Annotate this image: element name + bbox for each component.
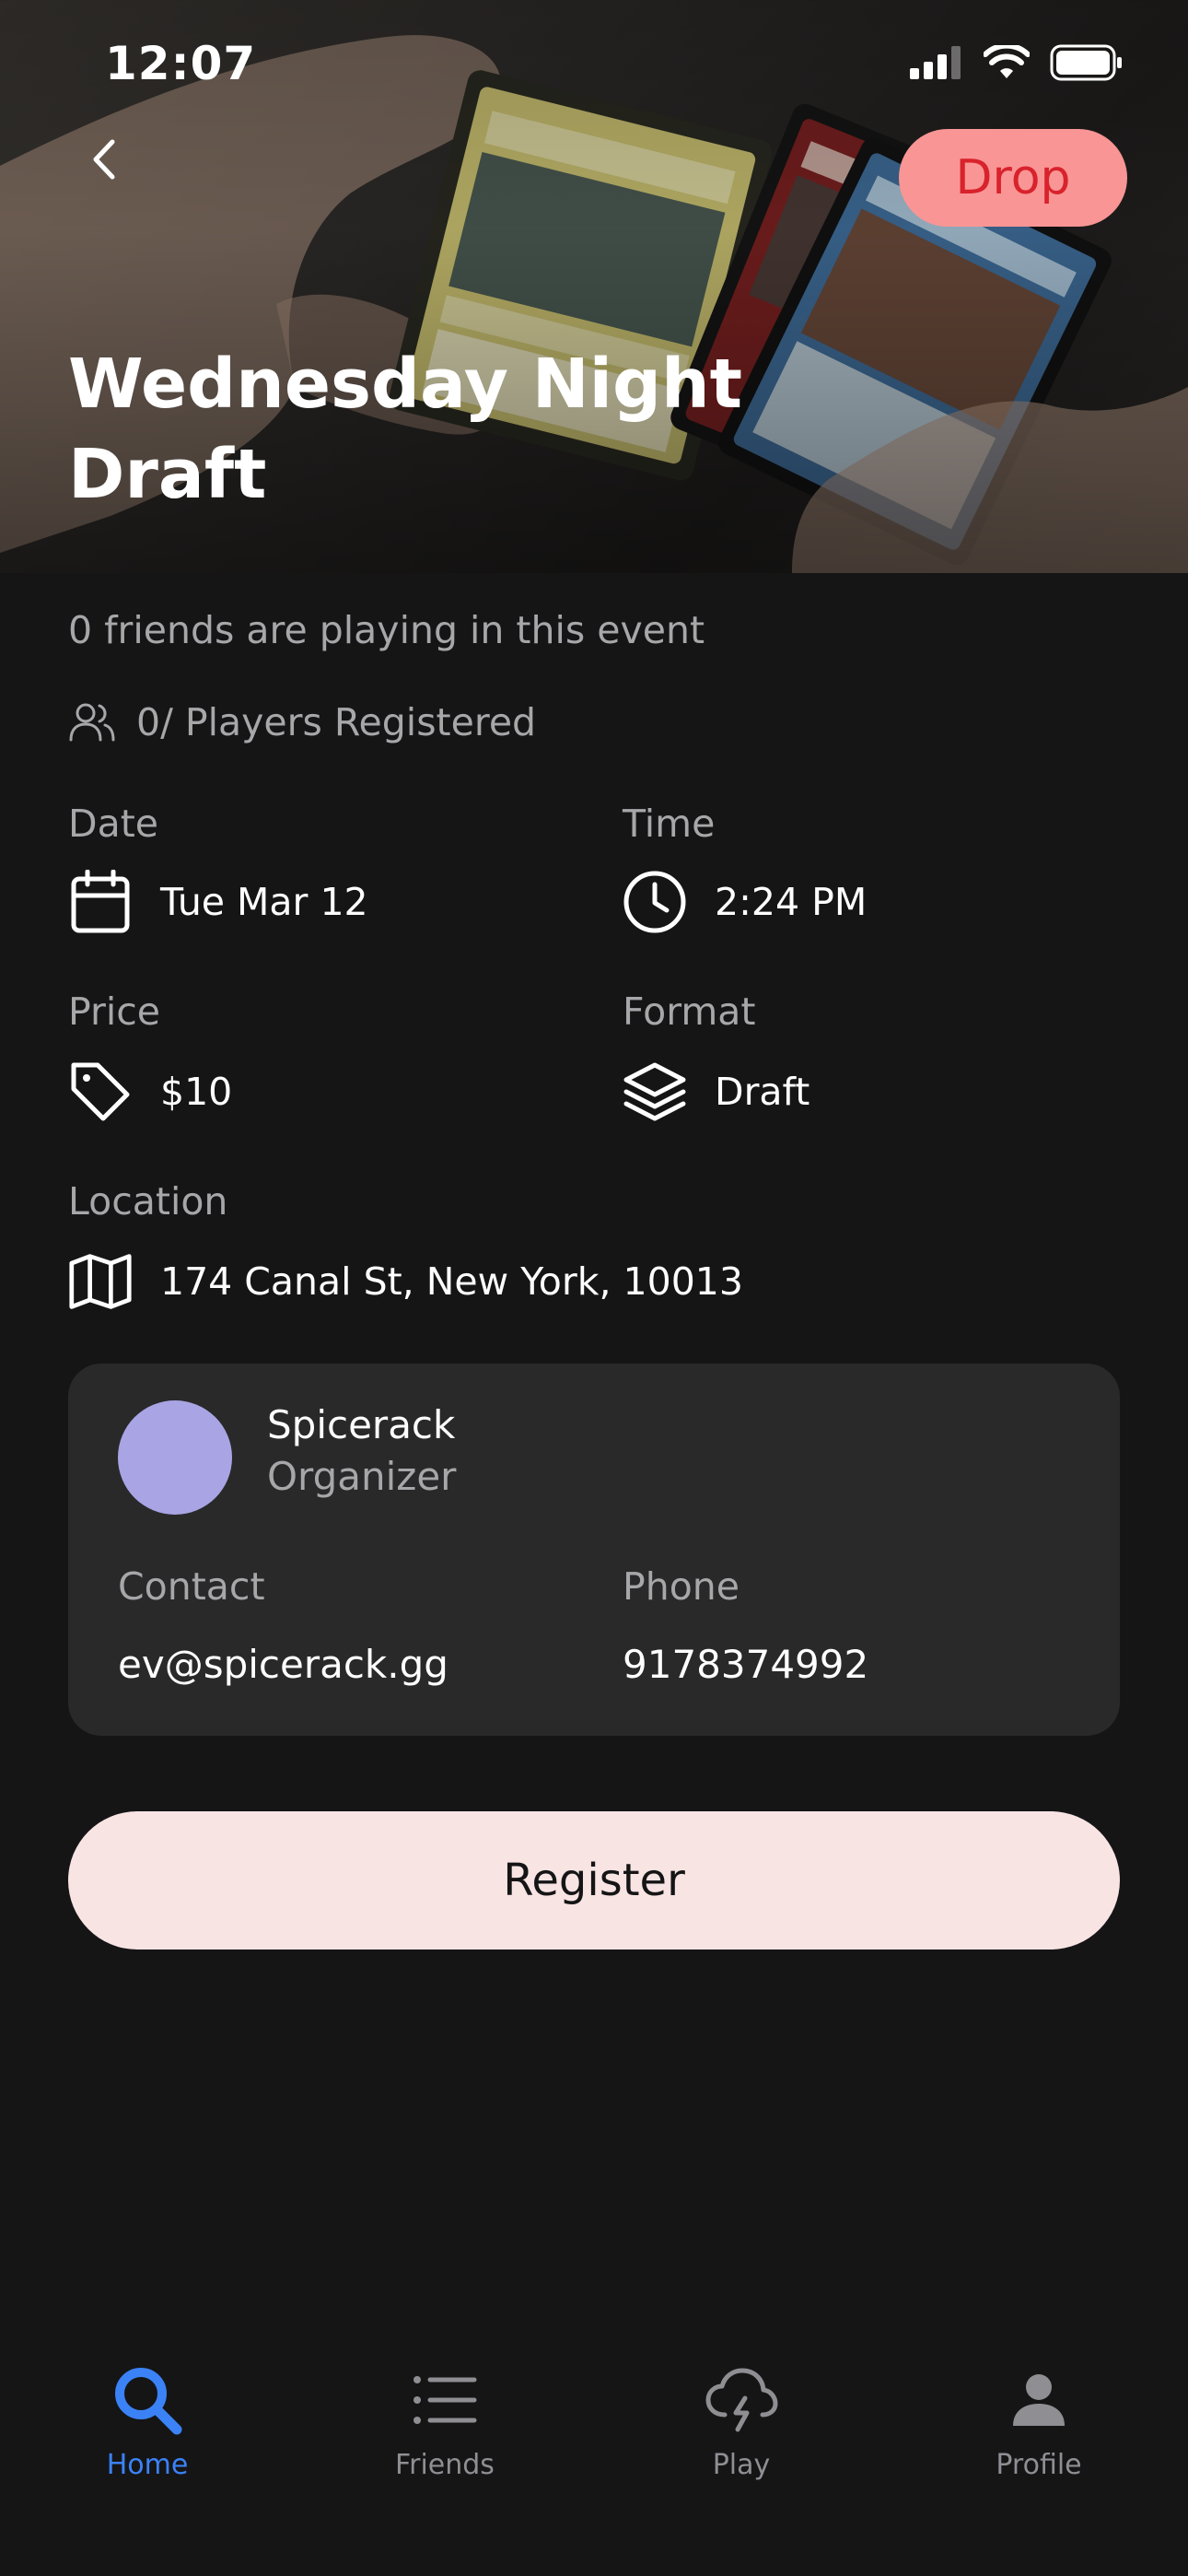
location-label: Location xyxy=(68,1179,228,1224)
time-label: Time xyxy=(623,802,716,846)
battery-icon xyxy=(1050,44,1122,81)
organizer-name: Spicerack xyxy=(267,1402,456,1447)
tab-friends-label: Friends xyxy=(395,2449,495,2481)
tab-home[interactable]: Home xyxy=(37,2359,258,2481)
drop-button[interactable]: Drop xyxy=(899,129,1127,227)
register-button[interactable]: Register xyxy=(68,1811,1120,1950)
tab-home-label: Home xyxy=(106,2449,189,2481)
chevron-left-icon xyxy=(93,139,115,180)
avatar xyxy=(118,1400,232,1515)
signal-icon xyxy=(910,46,961,79)
players-registered: 0/ Players Registered xyxy=(68,700,536,744)
wifi-icon xyxy=(984,45,1030,78)
location-value-row[interactable]: 174 Canal St, New York, 10013 xyxy=(68,1249,743,1314)
event-title: Wednesday Night Draft xyxy=(68,345,743,514)
tab-play[interactable]: Play xyxy=(631,2359,852,2481)
date-value: Tue Mar 12 xyxy=(160,880,368,924)
back-button[interactable] xyxy=(81,136,127,182)
phone-label: Phone xyxy=(623,1564,740,1609)
bottom-tab-bar: Home Friends Play Profile xyxy=(0,2331,1188,2576)
users-icon xyxy=(69,703,115,742)
price-value-row: $10 xyxy=(68,1060,232,1124)
event-detail-screen: 12:07 Drop Wednesday Night Draft 0 frien… xyxy=(0,0,1188,2576)
location-value: 174 Canal St, New York, 10013 xyxy=(160,1259,743,1304)
date-label: Date xyxy=(68,802,158,846)
tab-play-label: Play xyxy=(712,2449,771,2481)
contact-email[interactable]: ev@spicerack.gg xyxy=(118,1642,448,1687)
friends-playing-text: 0 friends are playing in this event xyxy=(68,608,705,652)
list-icon xyxy=(403,2359,486,2441)
date-value-row: Tue Mar 12 xyxy=(68,870,368,934)
time-value-row: 2:24 PM xyxy=(623,870,867,934)
format-value: Draft xyxy=(715,1070,810,1114)
format-label: Format xyxy=(623,989,756,1034)
map-icon xyxy=(68,1249,133,1314)
search-icon xyxy=(106,2359,189,2441)
organizer-role: Organizer xyxy=(267,1454,457,1499)
person-icon xyxy=(997,2359,1080,2441)
price-value: $10 xyxy=(160,1070,233,1114)
storm-cloud-icon xyxy=(700,2359,783,2441)
calendar-icon xyxy=(68,870,133,934)
players-registered-label: 0/ Players Registered xyxy=(136,700,537,744)
contact-label: Contact xyxy=(118,1564,265,1609)
status-bar: 12:07 xyxy=(0,0,1188,129)
format-value-row: Draft xyxy=(623,1060,809,1124)
tab-profile-label: Profile xyxy=(996,2449,1082,2481)
layers-icon xyxy=(623,1060,687,1124)
organizer-card: Spicerack Organizer Contact ev@spicerack… xyxy=(68,1364,1120,1736)
status-time: 12:07 xyxy=(105,37,257,90)
price-label: Price xyxy=(68,989,161,1034)
status-icons xyxy=(910,44,1124,81)
time-value: 2:24 PM xyxy=(715,880,868,924)
clock-icon xyxy=(623,870,687,934)
tab-friends[interactable]: Friends xyxy=(334,2359,555,2481)
phone-number[interactable]: 9178374992 xyxy=(623,1642,868,1687)
price-tag-icon xyxy=(68,1060,133,1124)
tab-profile[interactable]: Profile xyxy=(928,2359,1149,2481)
